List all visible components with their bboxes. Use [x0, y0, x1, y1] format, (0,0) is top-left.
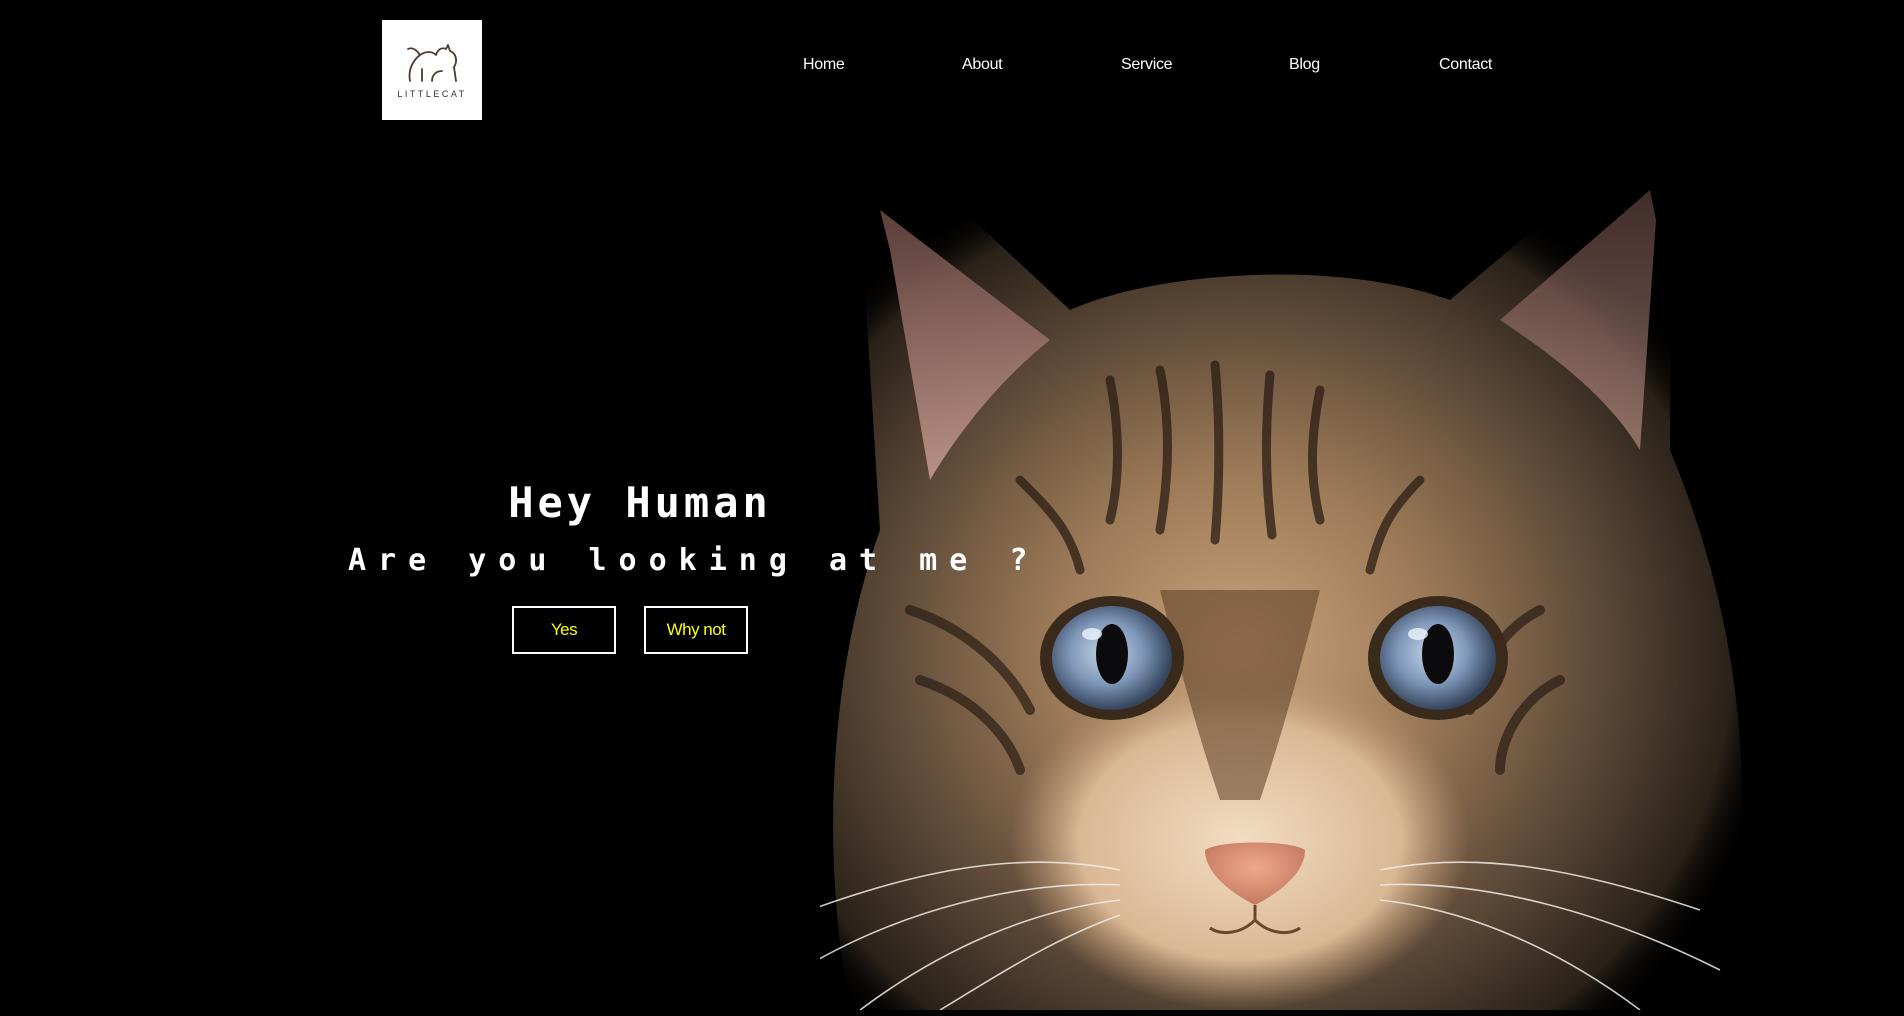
nav-item-blog[interactable]: Blog	[1289, 56, 1320, 74]
page: LITTLECAT Home About Service Blog Contac…	[0, 0, 1904, 1016]
nav-item-service[interactable]: Service	[1121, 56, 1173, 74]
hero-subtitle: Are you looking at me ?	[348, 543, 1040, 578]
logo-text: LITTLECAT	[397, 89, 467, 99]
nav-item-home[interactable]: Home	[803, 56, 845, 74]
main-nav: Home About Service Blog Contact	[0, 56, 1904, 80]
hero-title: Hey Human	[508, 478, 772, 527]
yes-button[interactable]: Yes	[512, 606, 616, 654]
why-not-button[interactable]: Why not	[644, 606, 748, 654]
nav-item-about[interactable]: About	[962, 56, 1003, 74]
nav-item-contact[interactable]: Contact	[1439, 56, 1492, 74]
cat-hero-image	[820, 153, 1742, 1010]
